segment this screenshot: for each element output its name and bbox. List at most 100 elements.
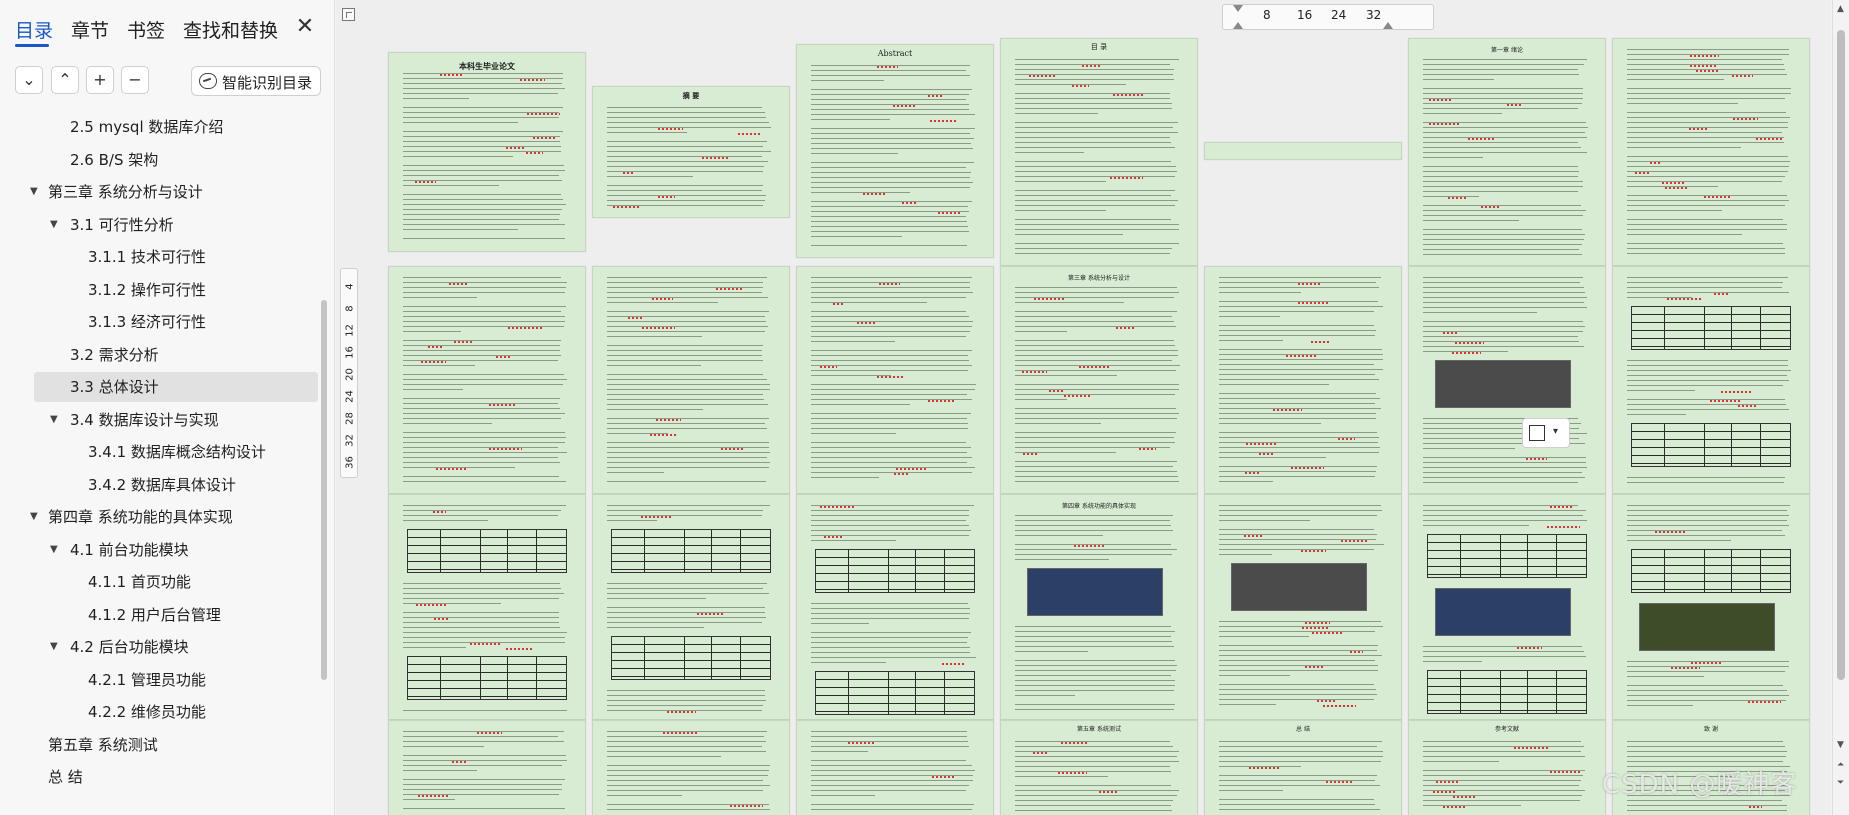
page-chapter3-er[interactable]: [1408, 266, 1606, 494]
outline-item[interactable]: 3.1.2 操作可行性: [0, 275, 318, 305]
page-toc[interactable]: 目 录: [1000, 38, 1198, 266]
outline-item[interactable]: ▼ 4.1 前台功能模块: [0, 535, 318, 565]
outline-item[interactable]: 总 结: [0, 762, 318, 792]
page-tables-a[interactable]: [388, 494, 586, 720]
text-line: [403, 355, 561, 356]
right-indent-marker-icon[interactable]: [1383, 22, 1393, 29]
outline-item[interactable]: ▼ 3.4 数据库设计与实现: [0, 405, 318, 435]
outline-scrollbar[interactable]: [321, 300, 329, 680]
spellcheck-underline: [428, 346, 444, 348]
text-line: [1015, 515, 1173, 516]
text-line: [1015, 321, 1174, 322]
text-line: [1219, 364, 1374, 365]
horizontal-ruler[interactable]: 8 16 24 32: [1222, 4, 1434, 30]
text-line: [1423, 239, 1584, 240]
page-chapter1[interactable]: 第一章 绪论: [1408, 38, 1606, 266]
text-line: [1423, 88, 1583, 89]
page-abstract-zh[interactable]: 摘 要: [592, 86, 790, 218]
text-line: [1627, 243, 1783, 244]
outline-item[interactable]: ▼ 第四章 系统功能的具体实现: [0, 502, 318, 532]
text-line: [607, 389, 770, 390]
tab-chapters[interactable]: 章节: [71, 16, 109, 43]
expand-caret-icon[interactable]: ▼: [30, 502, 38, 532]
page-chapter2-cont[interactable]: [592, 266, 790, 494]
page-chapter4-screens[interactable]: [1204, 494, 1402, 720]
outline-item[interactable]: 第五章 系统测试: [0, 730, 318, 760]
outline-item[interactable]: 4.1.1 首页功能: [0, 567, 318, 597]
indent-marker-icon[interactable]: [1233, 5, 1243, 12]
page-chapter2[interactable]: [388, 266, 586, 494]
expand-up-button[interactable]: ⌃: [51, 66, 79, 94]
page-chapter3-tables[interactable]: [1612, 266, 1810, 494]
page-chapter2-db[interactable]: [796, 266, 994, 494]
page-abstract-en[interactable]: Abstract: [796, 44, 994, 258]
outline-item[interactable]: 2.5 mysql 数据库介绍: [0, 112, 318, 142]
text-line: [607, 462, 770, 463]
scroll-down-icon[interactable]: ▼: [1837, 740, 1844, 750]
document-scrollbar[interactable]: ▲ ▼ ⏶ ⏷: [1832, 0, 1849, 815]
outline-item[interactable]: ▼ 第三章 系统分析与设计: [0, 177, 318, 207]
collapse-all-button[interactable]: ⌄: [15, 66, 43, 94]
close-icon[interactable]: ✕: [292, 14, 318, 40]
add-heading-button[interactable]: +: [86, 66, 114, 94]
text-line: [1423, 229, 1582, 230]
vertical-ruler[interactable]: 4 8 12 16 20 24 28 32 36: [340, 268, 358, 478]
outline-item[interactable]: 3.1.1 技术可行性: [0, 242, 318, 272]
outline-item[interactable]: 3.1.3 经济可行性: [0, 307, 318, 337]
page-tables-c[interactable]: [796, 494, 994, 720]
expand-caret-icon[interactable]: ▼: [50, 535, 58, 565]
page-chapter4[interactable]: 第四章 系统功能的具体实现: [1000, 494, 1198, 720]
page-screens-a[interactable]: [388, 720, 586, 815]
page-screens-b[interactable]: [592, 720, 790, 815]
page-chapter4-repair[interactable]: [1612, 494, 1810, 720]
object-layout-tool[interactable]: ▾: [1522, 418, 1570, 448]
outline-item[interactable]: 4.2.1 管理员功能: [0, 665, 318, 695]
outline-item[interactable]: 3.4.1 数据库概念结构设计: [0, 437, 318, 467]
page-screens-c[interactable]: [796, 720, 994, 815]
text-line: [1015, 161, 1171, 162]
page-chapter1-cont[interactable]: [1612, 38, 1810, 266]
outline-item[interactable]: ▼ 4.2 后台功能模块: [0, 632, 318, 662]
page-chapter5[interactable]: 第五章 系统测试: [1000, 720, 1198, 815]
page-references[interactable]: 参考文献: [1408, 720, 1606, 815]
tab-outline[interactable]: 目录: [15, 16, 53, 43]
indent-marker-icon[interactable]: [1233, 22, 1243, 29]
tab-bookmarks[interactable]: 书签: [127, 16, 165, 43]
spellcheck-underline: [1072, 85, 1089, 87]
document-scroll-thumb[interactable]: [1837, 30, 1845, 680]
remove-heading-button[interactable]: −: [121, 66, 149, 94]
text-line: [1219, 452, 1379, 453]
text-line: [1015, 355, 1178, 356]
page-tables-b[interactable]: [592, 494, 790, 720]
expand-caret-icon[interactable]: ▼: [50, 632, 58, 662]
expand-caret-icon[interactable]: ▼: [50, 405, 58, 435]
page-summary[interactable]: 总 结: [1204, 720, 1402, 815]
outline-scroll-thumb[interactable]: [321, 300, 327, 680]
outline-item[interactable]: 3.4.2 数据库具体设计: [0, 470, 318, 500]
text-line: [1015, 345, 1175, 346]
expand-caret-icon[interactable]: ▼: [50, 210, 58, 240]
outline-item[interactable]: 2.6 B/S 架构: [0, 145, 318, 175]
tab-find-replace[interactable]: 查找和替换: [183, 16, 278, 43]
page-chapter4-admin[interactable]: [1408, 494, 1606, 720]
page-chapter3-design[interactable]: [1204, 266, 1402, 494]
outline-item[interactable]: 4.2.2 维修员功能: [0, 697, 318, 727]
outline-item[interactable]: 3.2 需求分析: [0, 340, 318, 370]
page-blank[interactable]: [1204, 142, 1402, 160]
expand-caret-icon[interactable]: ▼: [30, 177, 38, 207]
page-cover[interactable]: 本科生毕业论文: [388, 52, 586, 252]
spellcheck-underline: [894, 473, 909, 475]
text-line: [607, 107, 762, 108]
page-chapter3[interactable]: 第三章 系统分析与设计: [1000, 266, 1198, 494]
outline-item[interactable]: ▼ 3.1 可行性分析: [0, 210, 318, 240]
next-page-icon[interactable]: ⏷: [1837, 778, 1844, 788]
scroll-up-icon[interactable]: ▲: [1837, 4, 1844, 14]
prev-page-icon[interactable]: ⏶: [1837, 760, 1844, 770]
outline-item[interactable]: 3.3 总体设计: [34, 372, 318, 402]
document-canvas[interactable]: 8 16 24 32 4 8 12 16 20 24 28 32 36 本科生毕…: [336, 0, 1831, 815]
text-line: [1219, 447, 1380, 448]
outline-item[interactable]: 4.1.2 用户后台管理: [0, 600, 318, 630]
text-line: [1219, 636, 1309, 637]
smart-toc-button[interactable]: 智能识别目录: [191, 66, 321, 96]
panel-toggle-icon[interactable]: [342, 8, 355, 21]
